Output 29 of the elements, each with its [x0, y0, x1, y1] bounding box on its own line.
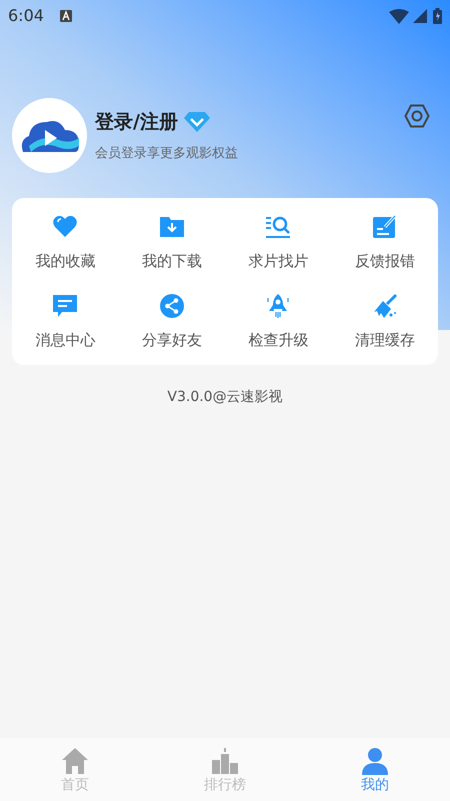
- rocket-icon[interactable]: [265, 292, 292, 318]
- heart-icon[interactable]: [52, 214, 78, 240]
- member-subtitle: 会员登录享更多观影权益: [95, 145, 239, 163]
- status-time: 6:04: [8, 5, 44, 27]
- feature-label[interactable]: 反馈报错: [354, 250, 415, 272]
- battery-icon: [433, 8, 442, 24]
- search-icon[interactable]: [265, 214, 292, 240]
- folder-download-icon[interactable]: [158, 214, 185, 240]
- settings-icon[interactable]: [404, 104, 430, 128]
- signal-icon: [413, 9, 427, 23]
- feature-label[interactable]: 检查升级: [248, 328, 308, 351]
- feature-label[interactable]: 求片找片: [248, 250, 308, 272]
- version-text: V3.0.0@云速影视: [167, 388, 283, 407]
- login-title[interactable]: 登录/注册: [95, 108, 178, 136]
- feature-label[interactable]: 我的下载: [142, 250, 202, 272]
- feature-label[interactable]: 消息中心: [35, 328, 96, 351]
- broom-icon[interactable]: [372, 292, 398, 318]
- share-icon[interactable]: [158, 292, 185, 318]
- wifi-icon: [389, 8, 409, 24]
- feature-label[interactable]: 我的收藏: [35, 250, 96, 272]
- user-icon: [360, 746, 390, 776]
- notification-icon: [60, 10, 72, 22]
- edit-note-icon[interactable]: [372, 214, 398, 240]
- podium-icon: [210, 746, 240, 776]
- home-icon: [60, 746, 90, 776]
- message-icon[interactable]: [52, 292, 78, 318]
- feature-label[interactable]: 清理缓存: [354, 328, 415, 351]
- diamond-icon: [184, 112, 210, 132]
- feature-label[interactable]: 分享好友: [142, 328, 202, 351]
